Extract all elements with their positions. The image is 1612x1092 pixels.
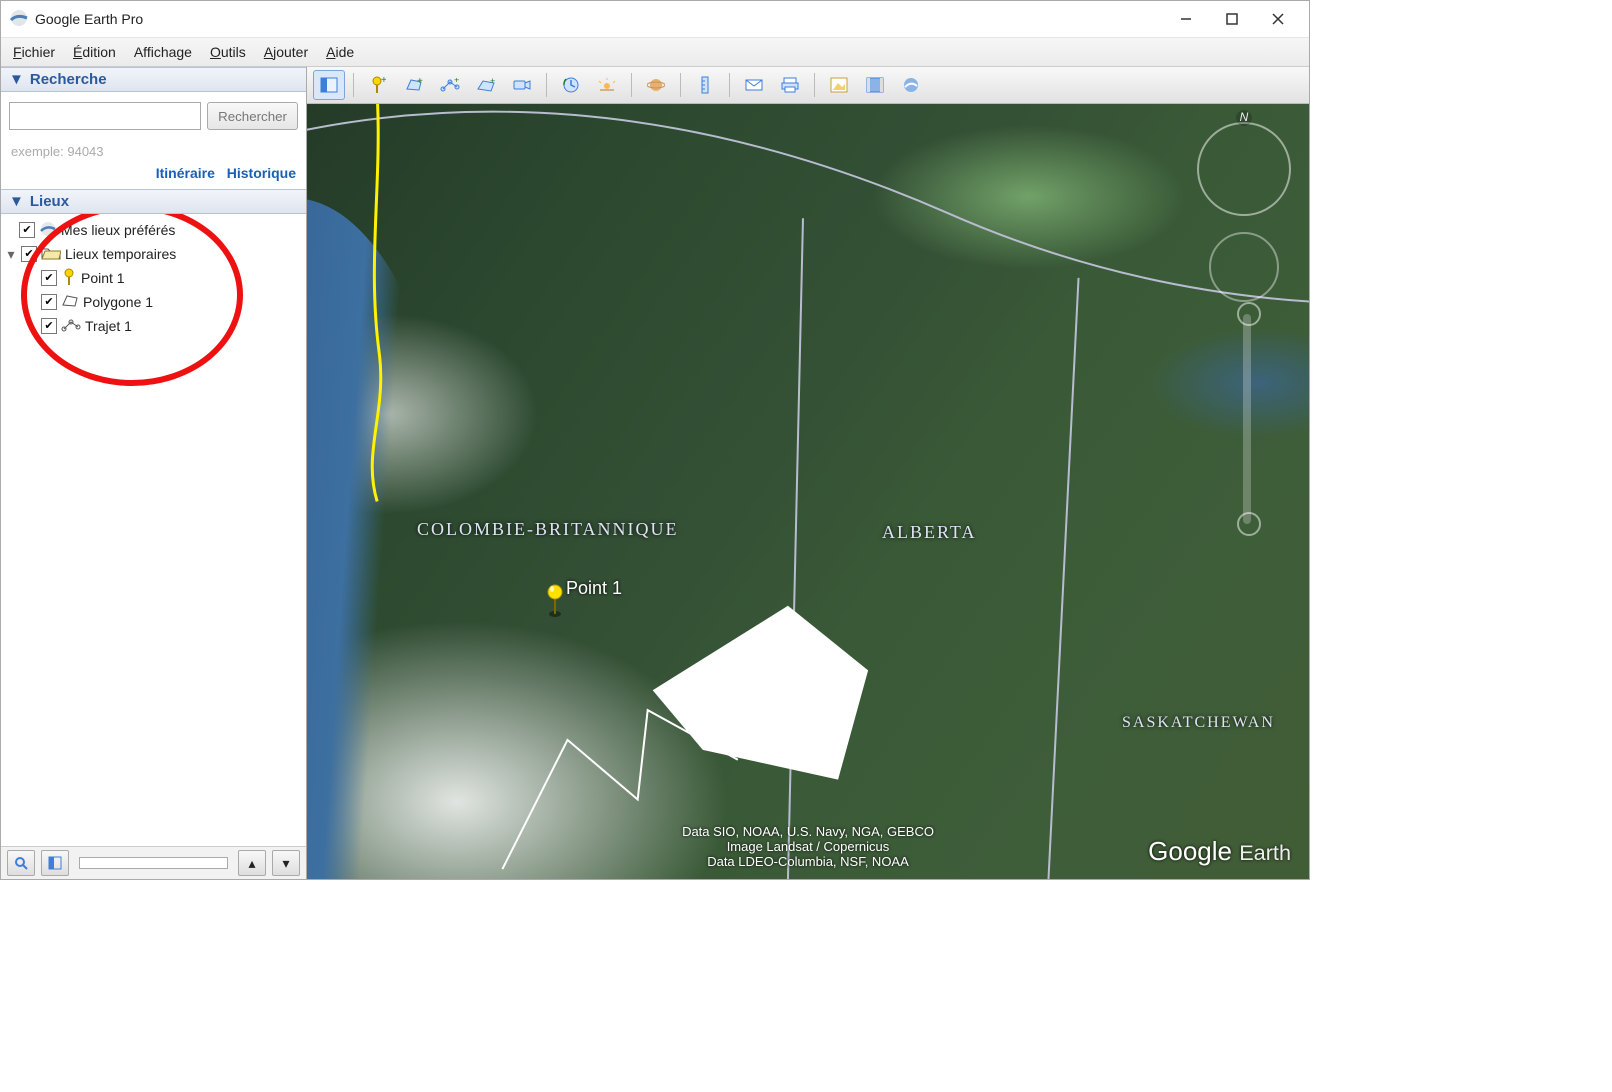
folder-open-icon <box>41 246 61 263</box>
menu-edition[interactable]: Édition <box>73 44 116 60</box>
pushpin-icon <box>61 268 77 289</box>
tb-add-placemark[interactable]: + <box>362 70 394 100</box>
tb-record-tour[interactable] <box>506 70 538 100</box>
tb-email[interactable] <box>738 70 770 100</box>
search-panel-header[interactable]: ▼ Recherche <box>1 67 306 92</box>
tb-sunlight[interactable] <box>591 70 623 100</box>
checkbox[interactable] <box>21 246 37 262</box>
tree-item-my-places[interactable]: Mes lieux préférés <box>61 222 175 238</box>
tb-movie-maker[interactable] <box>859 70 891 100</box>
svg-text:+: + <box>381 76 386 86</box>
checkbox[interactable] <box>41 294 57 310</box>
menu-fichier[interactable]: FFichierichier <box>13 44 55 60</box>
move-up-button[interactable]: ▴ <box>238 850 266 876</box>
toggle-panel-button[interactable] <box>41 850 69 876</box>
opacity-slider[interactable] <box>79 857 228 869</box>
earth-icon <box>39 220 57 241</box>
pin-label: Point 1 <box>566 578 622 599</box>
map-credits: Data SIO, NOAA, U.S. Navy, NGA, GEBCO Im… <box>682 824 934 869</box>
window-controls <box>1163 4 1301 34</box>
collapse-icon: ▼ <box>9 71 24 88</box>
tb-ruler[interactable] <box>689 70 721 100</box>
search-button[interactable]: Rechercher <box>207 102 298 130</box>
close-button[interactable] <box>1255 4 1301 34</box>
move-down-button[interactable]: ▾ <box>272 850 300 876</box>
link-historique[interactable]: Historique <box>227 165 296 181</box>
minimize-button[interactable] <box>1163 4 1209 34</box>
tb-historical-imagery[interactable] <box>555 70 587 100</box>
search-places-button[interactable] <box>7 850 35 876</box>
label-bc: COLOMBIE-BRITANNIQUE <box>417 519 679 540</box>
search-example: exemple: 94043 <box>1 136 306 163</box>
menu-aide[interactable]: Aide <box>326 44 354 60</box>
label-alberta: ALBERTA <box>882 522 976 543</box>
maximize-button[interactable] <box>1209 4 1255 34</box>
tb-add-image-overlay[interactable]: + <box>470 70 502 100</box>
svg-text:+: + <box>454 78 459 85</box>
menu-affichage[interactable]: Affichage <box>134 44 192 60</box>
checkbox[interactable] <box>41 270 57 286</box>
main-area: + + + + <box>307 67 1309 879</box>
map-overlay <box>307 104 1309 879</box>
sidebar: ▼ Recherche Rechercher exemple: 94043 It… <box>1 67 307 879</box>
places-panel-header[interactable]: ▼ Lieux <box>1 189 306 214</box>
map-pushpin[interactable]: Point 1 <box>542 584 568 621</box>
app-window: Google Earth Pro FFichierichier Édition … <box>0 0 1310 880</box>
tree-item-point[interactable]: Point 1 <box>81 270 125 286</box>
menubar: FFichierichier Édition Affichage Outils … <box>1 38 1309 67</box>
places-title: Lieux <box>30 193 69 210</box>
tb-view-in-maps[interactable] <box>895 70 927 100</box>
window-title: Google Earth Pro <box>35 11 143 27</box>
tb-add-path[interactable]: + <box>434 70 466 100</box>
collapse-icon: ▼ <box>9 193 24 210</box>
sidebar-bottom-toolbar: ▴ ▾ <box>1 846 306 879</box>
tb-print[interactable] <box>774 70 806 100</box>
checkbox[interactable] <box>41 318 57 334</box>
polygon-icon <box>61 293 79 312</box>
nav-pan[interactable] <box>1209 232 1279 302</box>
checkbox[interactable] <box>19 222 35 238</box>
tb-sidebar-toggle[interactable] <box>313 70 345 100</box>
tb-add-polygon[interactable]: + <box>398 70 430 100</box>
tb-save-image[interactable] <box>823 70 855 100</box>
titlebar: Google Earth Pro <box>1 1 1309 38</box>
svg-text:+: + <box>490 78 495 86</box>
label-sask: SASKATCHEWAN <box>1122 714 1275 732</box>
link-itineraire[interactable]: Itinéraire <box>156 165 215 181</box>
toolbar: + + + + <box>307 67 1309 104</box>
tree-item-polygon[interactable]: Polygone 1 <box>83 294 153 310</box>
app-icon <box>9 8 29 31</box>
nav-zoom-slider[interactable] <box>1243 314 1251 524</box>
map-viewport[interactable]: Point 1 COLOMBIE-BRITANNIQUE ALBERTA SAS… <box>307 104 1309 879</box>
google-earth-logo: Google Earth <box>1148 836 1291 867</box>
expander-icon[interactable]: ▾ <box>5 246 17 263</box>
search-input[interactable] <box>9 102 201 130</box>
nav-compass[interactable] <box>1197 122 1291 216</box>
search-title: Recherche <box>30 71 107 88</box>
tree-item-path[interactable]: Trajet 1 <box>85 318 132 334</box>
path-icon <box>61 318 81 335</box>
menu-ajouter[interactable]: Ajouter <box>264 44 308 60</box>
tb-planets[interactable] <box>640 70 672 100</box>
menu-outils[interactable]: Outils <box>210 44 246 60</box>
places-tree: Mes lieux préférés ▾ Lieux temporaires P… <box>1 214 306 846</box>
tree-item-temp-places[interactable]: Lieux temporaires <box>65 246 176 262</box>
svg-text:+: + <box>417 77 423 87</box>
